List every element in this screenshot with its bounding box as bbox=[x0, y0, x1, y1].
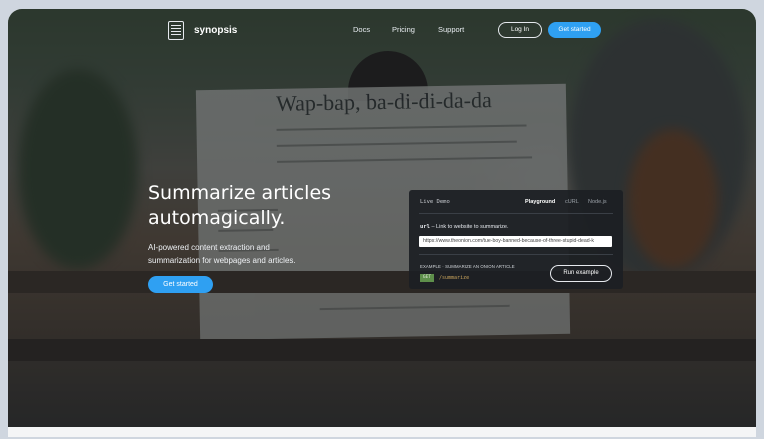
hero-title-line2: automagically. bbox=[148, 207, 286, 229]
example-label: EXAMPLE · SUMMARIZE AN ONION ARTICLE bbox=[420, 264, 515, 269]
tab-playground[interactable]: Playground bbox=[525, 199, 555, 205]
hero-title: Summarize articles automagically. bbox=[148, 181, 388, 231]
nav-link-docs[interactable]: Docs bbox=[353, 25, 370, 34]
hero-subtitle-line2: summarization for webpages and articles. bbox=[148, 256, 296, 265]
tab-curl[interactable]: cURL bbox=[565, 199, 579, 205]
live-demo-panel: Live Demo Playground cURL Node.js url – … bbox=[409, 190, 623, 289]
param-description: – Link to website to summarize. bbox=[429, 224, 509, 230]
hero-title-line1: Summarize articles bbox=[148, 182, 332, 204]
nav-get-started-button[interactable]: Get started bbox=[548, 22, 601, 38]
run-example-button[interactable]: Run example bbox=[550, 265, 612, 282]
browser-viewport: Wap-bap, ba-di-di-da-da synopsis Docs Pr… bbox=[8, 9, 756, 437]
document-columns-icon[interactable] bbox=[168, 21, 184, 40]
hero-subtitle: AI-powered content extraction and summar… bbox=[148, 241, 348, 267]
brand-name[interactable]: synopsis bbox=[194, 25, 237, 36]
url-param-label: url – Link to website to summarize. bbox=[420, 224, 509, 230]
nav-link-support[interactable]: Support bbox=[438, 25, 464, 34]
http-method-badge: GET bbox=[420, 274, 434, 282]
demo-title: Live Demo bbox=[420, 199, 450, 205]
tab-nodejs[interactable]: Node.js bbox=[588, 199, 607, 205]
demo-divider bbox=[419, 213, 613, 214]
page-below-hero bbox=[8, 427, 756, 437]
nav-link-pricing[interactable]: Pricing bbox=[392, 25, 415, 34]
param-name: url bbox=[420, 224, 430, 230]
login-button[interactable]: Log In bbox=[498, 22, 542, 38]
url-input[interactable]: https://www.theonion.com/tue-boy-banned-… bbox=[419, 236, 612, 247]
endpoint-path: /summarize bbox=[439, 275, 470, 281]
hero-get-started-button[interactable]: Get started bbox=[148, 276, 213, 293]
hero-subtitle-line1: AI-powered content extraction and bbox=[148, 243, 270, 252]
demo-divider-2 bbox=[419, 254, 613, 255]
